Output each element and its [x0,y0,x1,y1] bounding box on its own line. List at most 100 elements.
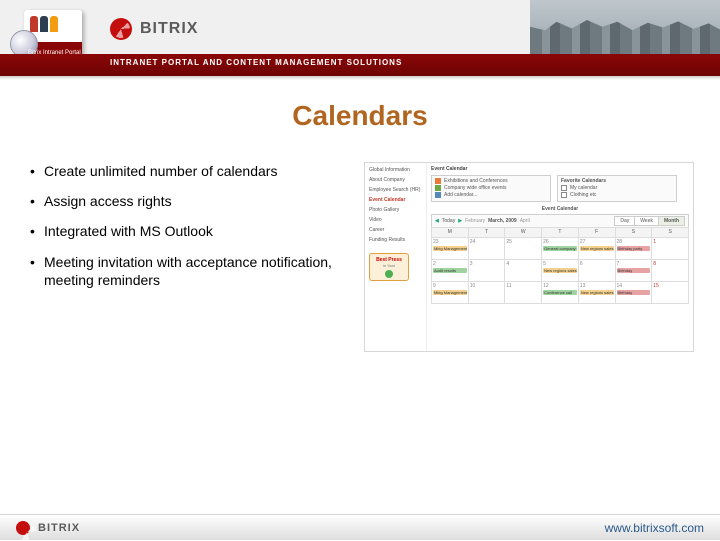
calendar-cell[interactable]: 27New regions sales review [578,238,615,260]
dow-header: T [468,228,505,238]
calendar-toolbar: ◀ Today ▶ February March, 2009 April Day… [431,214,689,227]
calendar-cell[interactable]: 26General company strategy [542,238,579,260]
day-number: 7 [617,261,651,267]
day-number: 27 [580,239,614,245]
calendar-cell[interactable]: 12Conference call [542,282,579,304]
shot-sidebar: Global Information About Company Employe… [365,163,427,351]
day-number: 13 [580,283,614,289]
header-banner: Bitrix Intranet Portal BITRIX INTRANET P… [0,0,720,80]
current-month-label: March, 2009 [488,218,517,224]
dow-header: S [615,228,652,238]
checkbox-icon[interactable] [561,192,567,198]
footer-url[interactable]: www.bitrixsoft.com [605,521,704,535]
calendar-event[interactable]: Birthday [617,290,651,295]
sidebar-item[interactable]: Video [369,217,422,223]
footer: BITRIX www.bitrixsoft.com [0,514,720,540]
calendar-cell[interactable]: 25 [505,238,542,260]
calendar-cell[interactable]: 7Birthday [615,260,652,282]
dow-header: T [542,228,579,238]
brand: BITRIX [110,18,198,40]
badge-line2: in Year [383,263,395,268]
brand-tagline: INTRANET PORTAL AND CONTENT MANAGEMENT S… [110,58,402,67]
calendar-cell[interactable]: 11 [505,282,542,304]
calendar-cell[interactable]: 5New regions sales review [542,260,579,282]
calendar-cell[interactable]: 10 [468,282,505,304]
legend-add-calendar[interactable]: Add calendar... [444,192,477,198]
legend-label[interactable]: My calendar [570,185,597,191]
calendar-cell[interactable]: 15 [652,282,689,304]
sidebar-item[interactable]: Global Information [369,167,422,173]
calendar-cell[interactable]: 6 [578,260,615,282]
tab-week[interactable]: Week [635,216,659,226]
sidebar-item[interactable]: About Company [369,177,422,183]
tab-month[interactable]: Month [659,216,685,226]
today-button[interactable]: Today [442,218,455,224]
calendar-screenshot: Global Information About Company Employe… [364,162,694,352]
sidebar-item[interactable]: Employee Search (HR) [369,187,422,193]
sidebar-item-active[interactable]: Event Calendar [369,197,422,203]
calendar-event[interactable]: New regions sales review [580,246,614,251]
view-tabs: Day Week Month [614,216,685,226]
calendar-cell[interactable]: 4 [505,260,542,282]
calendar-cell[interactable]: 14Birthday [615,282,652,304]
calendar-cell[interactable]: 24 [468,238,505,260]
calendar-event[interactable]: Birthday [617,268,651,273]
calendar-cell[interactable]: 2Audit results [432,260,469,282]
prev-month-label[interactable]: February [465,218,485,224]
prev-month-button[interactable]: ◀ [435,218,439,224]
calendar-grid: MTWTFSS 23Mktg Management Meeting242526G… [431,227,689,304]
footer-brand: BITRIX [16,521,80,535]
calendar-cell[interactable]: 1 [652,238,689,260]
page-title: Calendars [0,100,720,132]
day-number: 10 [470,283,504,289]
brand-name: BITRIX [140,20,198,38]
legend-label[interactable]: Exhibitions and Conferences [444,178,508,184]
next-month-label[interactable]: April [520,218,530,224]
calendar-cell[interactable]: 23Mktg Management Meeting [432,238,469,260]
calendar-event[interactable]: Audit results [433,268,467,273]
legend-label[interactable]: Clothing etc [570,192,596,198]
skyline-art [530,0,720,54]
color-swatch [435,178,441,184]
tab-day[interactable]: Day [614,216,635,226]
day-number: 4 [506,261,540,267]
banner-tagline-bar: INTRANET PORTAL AND CONTENT MANAGEMENT S… [0,54,720,76]
legend-title: Favorite Calendars [561,178,673,184]
calendar-event[interactable]: Mktg Management Meeting [433,246,467,251]
sidebar-item[interactable]: Career [369,227,422,233]
sidebar-item[interactable]: Funding Results [369,237,422,243]
bullet-item: Create unlimited number of calendars [30,162,350,180]
calendar-title: Event Calendar [431,206,689,212]
dow-header: S [652,228,689,238]
dow-header: M [432,228,469,238]
sidebar-item[interactable]: Photo Gallery [369,207,422,213]
calendar-event[interactable]: Mktg Management Meeting [433,290,467,295]
calendar-cell[interactable]: 8 [652,260,689,282]
calendar-event[interactable]: New regions sales review [580,290,614,295]
day-number: 24 [470,239,504,245]
day-number: 12 [543,283,577,289]
calendar-cell[interactable]: 13New regions sales review [578,282,615,304]
day-number: 25 [506,239,540,245]
legend-label[interactable]: Company wide office events [444,185,506,191]
calendar-event[interactable]: General company strategy [543,246,577,251]
slide-content: Create unlimited number of calendars Ass… [0,132,720,352]
day-number: 28 [617,239,651,245]
calendar-cell[interactable]: 3 [468,260,505,282]
checkbox-icon[interactable] [561,185,567,191]
dow-header: W [505,228,542,238]
day-number: 1 [653,239,687,245]
calendar-cell[interactable]: 9Mktg Management Meeting [432,282,469,304]
calendar-legend-left: Exhibitions and Conferences Company wide… [431,175,551,202]
check-icon [385,270,393,278]
day-number: 8 [653,261,687,267]
next-month-button[interactable]: ▶ [458,218,462,224]
day-number: 9 [433,283,467,289]
calendar-event[interactable]: New regions sales review [543,268,577,273]
footer-brand-name: BITRIX [38,522,80,534]
butterfly-art [450,0,520,48]
calendar-cell[interactable]: 28Birthday party [615,238,652,260]
calendar-event[interactable]: Birthday party [617,246,651,251]
calendar-event[interactable]: Conference call [543,290,577,295]
color-swatch [435,192,441,198]
